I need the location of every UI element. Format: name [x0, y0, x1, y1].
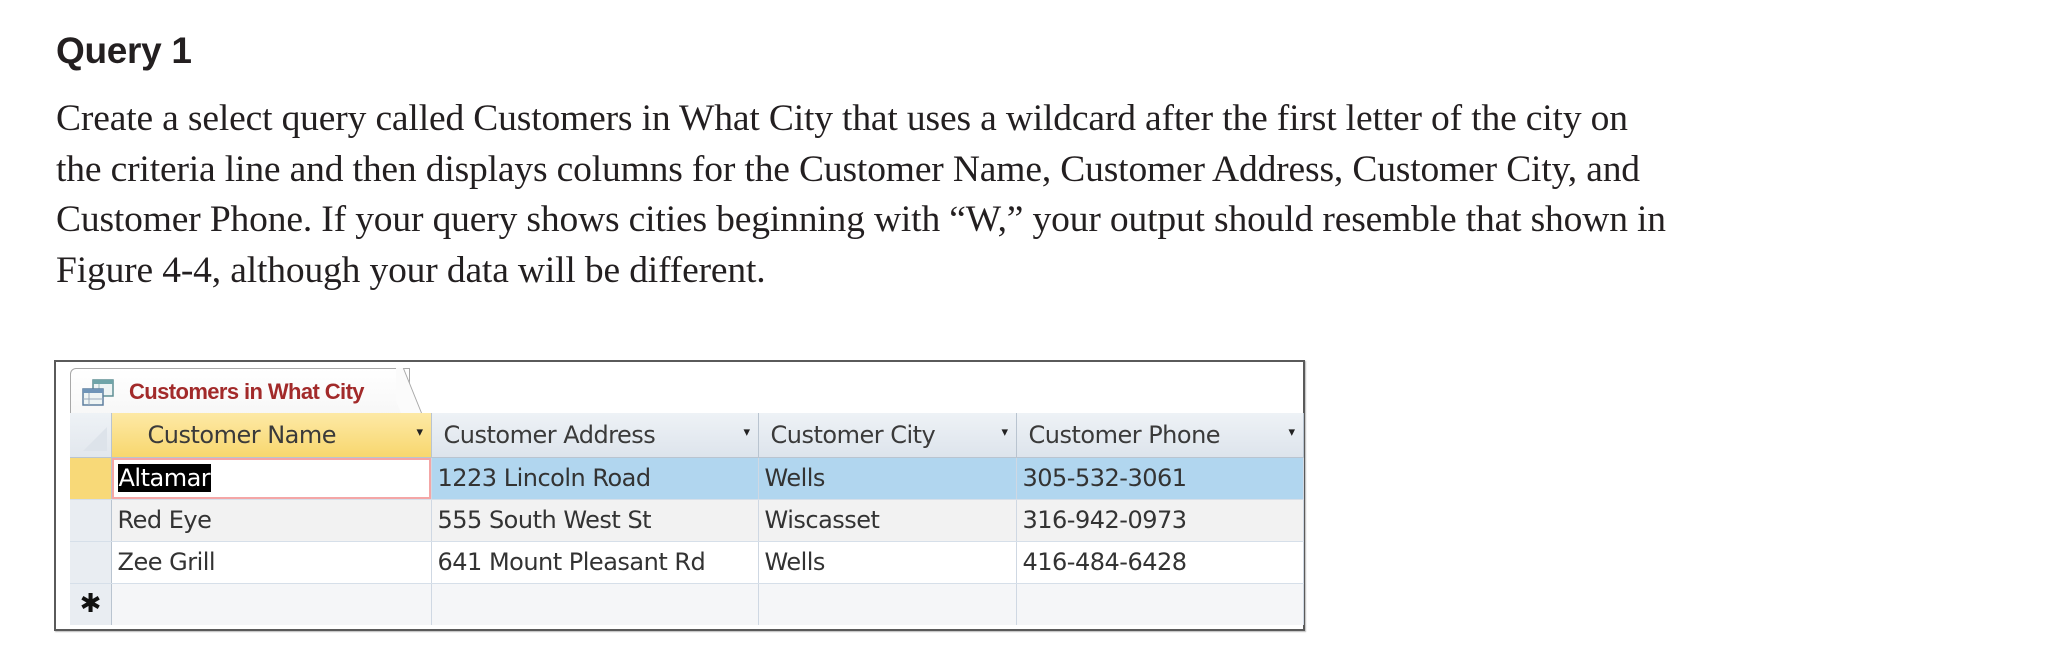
- cell-customer-address[interactable]: 1223 Lincoln Road: [431, 457, 759, 500]
- paragraph-line: Customer Phone. If your query shows citi…: [56, 199, 1666, 240]
- query-icon: [82, 379, 114, 406]
- document-tab-bar: Customers in What City: [56, 362, 1303, 415]
- column-header-label: Customer Address: [443, 420, 656, 449]
- cell-customer-address[interactable]: 641 Mount Pleasant Rd: [431, 541, 759, 584]
- column-header-customer-name[interactable]: Customer Name ▾: [111, 413, 432, 458]
- cell-customer-phone[interactable]: 316-942-0973: [1016, 499, 1304, 542]
- query-datasheet-window: Customers in What City Customer Name ▾ C…: [54, 360, 1305, 631]
- record-selector[interactable]: [70, 457, 112, 500]
- paragraph-line: Create a select query called Customers i…: [56, 98, 1628, 139]
- cell-customer-phone[interactable]: 416-484-6428: [1016, 541, 1304, 584]
- table-row: Zee Grill 641 Mount Pleasant Rd Wells 41…: [70, 541, 1304, 584]
- chevron-down-icon[interactable]: ▾: [1288, 425, 1295, 440]
- new-record-row: ✱: [70, 583, 1304, 625]
- query-tab[interactable]: Customers in What City: [70, 368, 410, 415]
- cell-customer-city[interactable]: Wells: [758, 541, 1017, 584]
- header-row: Customer Name ▾ Customer Address ▾ Custo…: [70, 413, 1304, 458]
- chevron-down-icon[interactable]: ▾: [1001, 425, 1008, 440]
- paragraph-line: Figure 4-4, although your data will be d…: [56, 249, 766, 291]
- column-header-customer-phone[interactable]: Customer Phone ▾: [1016, 413, 1304, 458]
- select-all-corner[interactable]: [70, 413, 112, 458]
- column-header-label: Customer City: [770, 420, 936, 449]
- section-heading: Query 1: [56, 30, 192, 71]
- new-record-asterisk-icon[interactable]: ✱: [70, 583, 112, 625]
- chevron-down-icon[interactable]: ▾: [743, 425, 750, 440]
- tab-edge: [396, 368, 426, 415]
- column-header-label: Customer Phone: [1028, 420, 1221, 449]
- cell-customer-name[interactable]: Red Eye: [111, 499, 432, 542]
- cell-new-customer-name[interactable]: [111, 583, 432, 625]
- cell-customer-name[interactable]: Altamar: [111, 457, 432, 500]
- record-selector[interactable]: [70, 541, 112, 584]
- datasheet-grid: Customer Name ▾ Customer Address ▾ Custo…: [70, 413, 1304, 625]
- column-header-label: Customer Name: [147, 420, 337, 449]
- table-row: Altamar 1223 Lincoln Road Wells 305-532-…: [70, 457, 1304, 500]
- cell-customer-city[interactable]: Wells: [758, 457, 1017, 500]
- instructions-paragraph: Create a select query called Customers i…: [56, 94, 2016, 296]
- select-all-triangle-icon: [82, 426, 107, 451]
- cell-new-customer-address[interactable]: [431, 583, 759, 625]
- cell-customer-address[interactable]: 555 South West St: [431, 499, 759, 542]
- selected-text: Altamar: [117, 464, 212, 492]
- column-header-customer-city[interactable]: Customer City ▾: [758, 413, 1017, 458]
- chevron-down-icon[interactable]: ▾: [416, 425, 423, 440]
- cell-new-customer-city[interactable]: [758, 583, 1017, 625]
- paragraph-line: the criteria line and then displays colu…: [56, 148, 1640, 190]
- cell-customer-phone[interactable]: 305-532-3061: [1016, 457, 1304, 500]
- column-header-customer-address[interactable]: Customer Address ▾: [431, 413, 759, 458]
- record-selector[interactable]: [70, 499, 112, 542]
- table-row: Red Eye 555 South West St Wiscasset 316-…: [70, 499, 1304, 542]
- cell-new-customer-phone[interactable]: [1016, 583, 1304, 625]
- query-tab-label: Customers in What City: [129, 379, 365, 404]
- cell-customer-name[interactable]: Zee Grill: [111, 541, 432, 584]
- cell-customer-city[interactable]: Wiscasset: [758, 499, 1017, 542]
